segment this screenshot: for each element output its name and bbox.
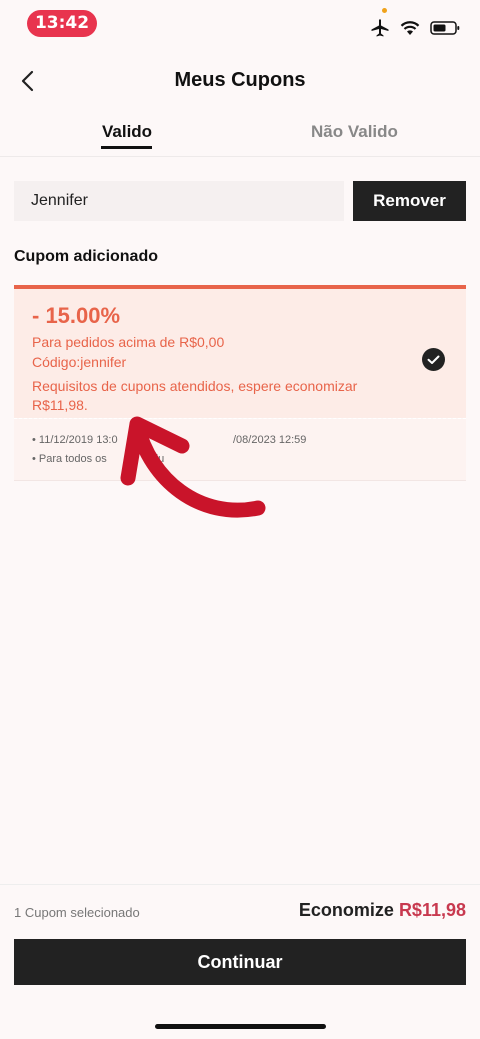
continue-button[interactable]: Continuar	[14, 939, 466, 985]
coupon-discount: - 15.00%	[32, 303, 121, 328]
coupon-details: • 11/12/2019 13:0 /08/2023 12:59 • Para …	[14, 419, 466, 481]
active-tab-indicator	[101, 146, 152, 149]
battery-icon	[430, 20, 460, 41]
section-title: Cupom adicionado	[14, 248, 158, 265]
savings-summary: Economize R$11,98	[299, 900, 466, 921]
status-time: 13:42	[27, 10, 97, 37]
coupon-min-order: Para pedidos acima de R$0,00	[32, 334, 225, 350]
tab-invalid[interactable]: Não Valido	[311, 122, 398, 142]
status-bar: 13:42	[0, 0, 480, 48]
savings-label: Economize	[298, 900, 394, 920]
selected-check-icon[interactable]	[422, 348, 445, 371]
status-icons	[370, 18, 460, 43]
selected-count: 1 Cupom selecionado	[14, 905, 140, 920]
tab-valid[interactable]: Valido	[102, 122, 152, 142]
coupon-requirement-amount: R$11,98.	[32, 397, 88, 413]
page-title: Meus Cupons	[174, 69, 306, 91]
home-indicator	[155, 1024, 326, 1029]
footer: 1 Cupom selecionado Economize R$11,98 Co…	[0, 884, 480, 1039]
airplane-icon	[370, 18, 390, 43]
coupon-input-row: Jennifer Remover	[14, 181, 466, 221]
remove-button[interactable]: Remover	[353, 181, 466, 221]
coupon-code-input[interactable]: Jennifer	[14, 181, 344, 221]
coupon-summary: - 15.00% Para pedidos acima de R$0,00 Có…	[14, 285, 466, 418]
coupon-validity-start: • 11/12/2019 13:0	[32, 434, 118, 446]
tab-bar: Valido Não Valido	[0, 110, 480, 157]
coupon-code: Código:jennifer	[32, 354, 127, 370]
coupon-requirement: Requisitos de cupons atendidos, espere e…	[32, 378, 358, 394]
coupon-scope: • Para todos os	[32, 453, 107, 465]
wifi-icon	[400, 20, 420, 41]
savings-amount: R$11,98	[398, 900, 466, 920]
coupon-validity-end: /08/2023 12:59	[233, 434, 307, 446]
privacy-indicator-dot	[382, 8, 387, 13]
header: Meus Cupons	[0, 52, 480, 110]
coupon-scope-end: du	[152, 453, 165, 465]
coupon-card[interactable]: - 15.00% Para pedidos acima de R$0,00 Có…	[14, 285, 466, 481]
